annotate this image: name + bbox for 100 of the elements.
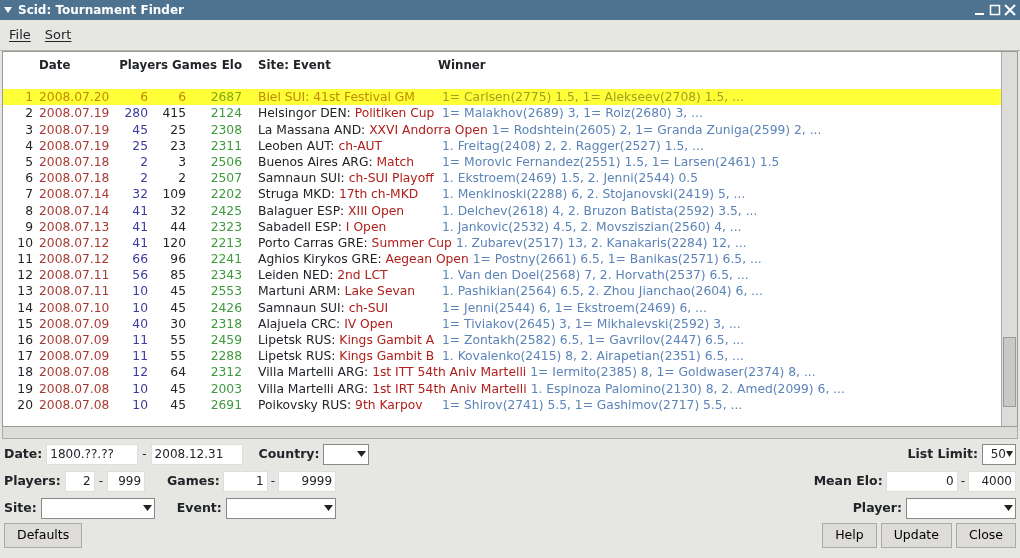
event-name: Aegean Open bbox=[385, 252, 469, 267]
table-cell-text: 96 bbox=[169, 251, 186, 268]
table-cell-text: 23 bbox=[169, 137, 186, 154]
field-label: Date: bbox=[4, 444, 43, 463]
country-dropdown[interactable] bbox=[323, 443, 370, 465]
table-cell-text: 120 bbox=[161, 234, 186, 252]
table-cell-text: 2008.07.20 bbox=[38, 89, 111, 106]
field-label: Site: bbox=[4, 498, 37, 517]
horizontal-scrollbar[interactable] bbox=[2, 427, 1018, 439]
maximize-icon[interactable] bbox=[989, 4, 1001, 16]
button[interactable]: Close bbox=[955, 522, 1016, 548]
column-header[interactable]: Date bbox=[33, 57, 111, 74]
table-cell-text: 10 bbox=[131, 283, 148, 300]
site-dropdown[interactable] bbox=[40, 497, 155, 519]
winner-text: 1. Pashikian(2564) 6.5, 2. Zhou Jianchao(2604) 6, ... bbox=[442, 283, 763, 300]
input-field[interactable]: 2 bbox=[64, 470, 95, 492]
close-icon[interactable] bbox=[1004, 4, 1016, 16]
table-cell-text: 6 bbox=[177, 89, 186, 106]
event-dropdown[interactable] bbox=[225, 497, 336, 519]
input-field[interactable]: 2008.12.31 bbox=[150, 443, 243, 465]
caret-icon bbox=[1006, 451, 1013, 457]
row-number: 15 bbox=[16, 315, 33, 332]
winner-text: 1= Zontakh(2582) 6.5, 1= Gavrilov(2447) 6.5, ... bbox=[442, 332, 745, 349]
range-separator: - bbox=[960, 473, 965, 490]
caret-icon bbox=[1004, 505, 1013, 511]
table-cell-text: 2 bbox=[139, 153, 148, 171]
caret-icon bbox=[357, 451, 367, 457]
range-separator: - bbox=[98, 473, 104, 490]
table-cell-text: 280 bbox=[123, 105, 148, 122]
field-label: Mean Elo: bbox=[813, 471, 883, 490]
caret-icon bbox=[142, 505, 152, 511]
table-cell-text: 2008.07.19 bbox=[38, 121, 111, 138]
column-header[interactable]: Players bbox=[111, 57, 168, 74]
row-number: 17 bbox=[16, 348, 33, 365]
table-cell-text: 2008.07.11 bbox=[38, 267, 111, 284]
table-cell-text: 66 bbox=[131, 251, 148, 268]
field-label: Games: bbox=[167, 471, 220, 490]
event-name: Kings Gambit B bbox=[339, 349, 435, 364]
input-field[interactable]: 999 bbox=[107, 470, 146, 492]
event-name: ch-SUI bbox=[348, 300, 389, 315]
input-field[interactable]: 4000 bbox=[968, 470, 1016, 492]
dropdown-value: 50 bbox=[990, 446, 1006, 463]
table-cell-text: 2311 bbox=[209, 137, 242, 154]
table-cell-text: 2003 bbox=[209, 380, 242, 397]
list-limit-dropdown[interactable]: 50 bbox=[982, 443, 1016, 465]
column-header[interactable]: Elo bbox=[217, 57, 242, 74]
winner-text: 1. Delchev(2618) 4, 2. Bruzon Batista(2592) 3.5, ... bbox=[442, 202, 758, 219]
table-cell-text: 6 bbox=[139, 89, 148, 106]
menu-item[interactable]: File bbox=[9, 25, 31, 45]
button[interactable]: Update bbox=[880, 522, 952, 548]
winner-text: 1= Postny(2661) 6.5, 1= Banikas(2571) 6.5, ... bbox=[472, 251, 762, 268]
winner-text: 1= Shirov(2741) 5.5, 1= Gashimov(2717) 5.5, ... bbox=[442, 396, 743, 413]
table-cell-text: 10 bbox=[131, 380, 148, 397]
table-cell-text: 2008.07.11 bbox=[38, 283, 111, 300]
button[interactable]: Help bbox=[822, 522, 877, 548]
table-cell-text: 2008.07.18 bbox=[38, 170, 111, 187]
table-cell-text: 45 bbox=[169, 299, 186, 316]
input-field[interactable]: 1 bbox=[222, 470, 268, 492]
table-cell-text: 2507 bbox=[209, 170, 242, 187]
field-label: Players: bbox=[4, 471, 61, 490]
vertical-scrollbar[interactable] bbox=[1001, 52, 1017, 426]
site-name: La Massana AND: bbox=[258, 122, 366, 137]
table-cell-text: 2008.07.12 bbox=[38, 251, 111, 268]
table-cell-text: 32 bbox=[131, 186, 148, 203]
menu-icon[interactable] bbox=[4, 7, 12, 13]
table-cell-text: 2241 bbox=[209, 251, 242, 268]
column-header[interactable]: Site: Event bbox=[258, 57, 438, 74]
winner-text: 1. Ekstroem(2469) 1.5, 2. Jenni(2544) 0.5 bbox=[442, 170, 698, 187]
player-dropdown[interactable] bbox=[906, 497, 1016, 519]
table-cell-text: 2008.07.12 bbox=[38, 234, 111, 252]
table-cell-text: 2459 bbox=[209, 332, 242, 349]
input-field[interactable]: 9999 bbox=[278, 470, 337, 492]
site-name: Lipetsk RUS: bbox=[258, 333, 336, 347]
row-number: 14 bbox=[16, 299, 33, 316]
caret-icon bbox=[323, 505, 333, 511]
table-cell-text: 2008.07.14 bbox=[38, 202, 111, 219]
column-header[interactable]: Games bbox=[168, 57, 217, 74]
site-name: Leoben AUT: bbox=[258, 138, 335, 153]
table-cell-text: 2213 bbox=[209, 234, 242, 252]
row-number: 9 bbox=[24, 218, 33, 235]
table-cell-text: 2008.07.19 bbox=[38, 137, 111, 154]
table-cell-text: 40 bbox=[131, 315, 148, 332]
range-separator: - bbox=[142, 446, 147, 463]
row-number: 2 bbox=[24, 105, 33, 122]
table-cell-text: 2425 bbox=[209, 202, 242, 219]
menu-item[interactable]: Sort bbox=[44, 25, 72, 45]
table-cell-text: 11 bbox=[131, 348, 148, 365]
field-label: Country: bbox=[258, 444, 320, 463]
field-label: List Limit: bbox=[907, 444, 978, 463]
input-field[interactable]: 0 bbox=[885, 470, 958, 492]
column-header[interactable]: Winner bbox=[438, 57, 486, 74]
row-number: 11 bbox=[16, 251, 33, 268]
site-name: Struga MKD: bbox=[258, 187, 335, 202]
table-cell-text: 2318 bbox=[209, 315, 242, 332]
site-name: Buenos Aires ARG: bbox=[258, 154, 373, 169]
table-cell-text: 2308 bbox=[209, 121, 242, 138]
winner-text: 1. Kovalenko(2415) 8, 2. Airapetian(2351) 6.5, ... bbox=[442, 348, 744, 365]
table-cell-text: 109 bbox=[161, 186, 186, 203]
input-field[interactable]: 1800.??.?? bbox=[46, 443, 139, 465]
button[interactable]: Defaults bbox=[4, 522, 83, 548]
